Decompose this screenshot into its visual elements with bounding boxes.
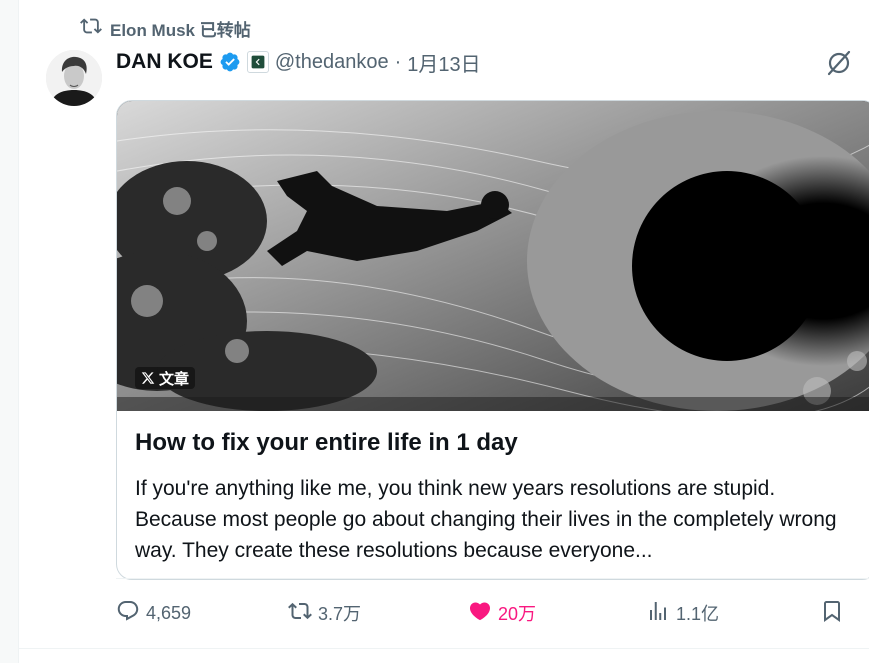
- repost-icon: [80, 15, 102, 42]
- retweet-icon: [288, 599, 312, 628]
- views-count: 1.1亿: [676, 604, 720, 624]
- article-title[interactable]: How to fix your entire life in 1 day: [135, 429, 518, 457]
- tweet-bottom-border: [18, 648, 869, 649]
- reply-count: 4,659: [146, 602, 192, 623]
- author-name[interactable]: DAN KOE: [116, 50, 213, 74]
- reply-button[interactable]: 4,659: [116, 594, 191, 632]
- article-badge-label: 文章: [159, 370, 190, 388]
- like-button[interactable]: 20万: [468, 594, 536, 632]
- heart-icon: [468, 599, 492, 628]
- separator-dot: ·: [394, 50, 402, 73]
- retweet-button[interactable]: 3.7万: [288, 594, 361, 632]
- verified-icon: [219, 51, 241, 73]
- bookmark-icon: [820, 599, 844, 628]
- article-cover-image: 文章: [117, 101, 869, 411]
- like-count: 20万: [498, 604, 537, 624]
- timeline-border: [18, 0, 19, 663]
- bookmark-button[interactable]: [820, 594, 844, 632]
- article-card[interactable]: 文章 How to fix your entire life in 1 day …: [116, 100, 869, 580]
- tweet-header: DAN KOE @thedankoe · 1月13日: [116, 46, 481, 78]
- avatar[interactable]: [46, 50, 102, 106]
- views-button[interactable]: 1.1亿: [646, 594, 719, 632]
- x-logo-icon: [141, 371, 155, 385]
- reply-icon: [116, 599, 140, 628]
- retweet-count: 3.7万: [318, 604, 362, 624]
- action-bar: 4,659 3.7万 20万 1.1亿: [116, 594, 869, 632]
- tweet-date[interactable]: 1月13日: [407, 48, 480, 77]
- repost-label: Elon Musk 已转帖: [110, 20, 251, 40]
- action-divider: [116, 578, 869, 579]
- affiliate-icon[interactable]: [246, 51, 269, 73]
- repost-indicator[interactable]: Elon Musk 已转帖: [80, 16, 251, 40]
- article-excerpt: If you're anything like me, you think ne…: [135, 477, 837, 562]
- grok-icon[interactable]: [824, 48, 854, 78]
- views-icon: [646, 599, 670, 628]
- author-handle[interactable]: @thedankoe: [275, 51, 389, 74]
- article-badge: 文章: [135, 367, 196, 389]
- left-gutter: [0, 0, 18, 663]
